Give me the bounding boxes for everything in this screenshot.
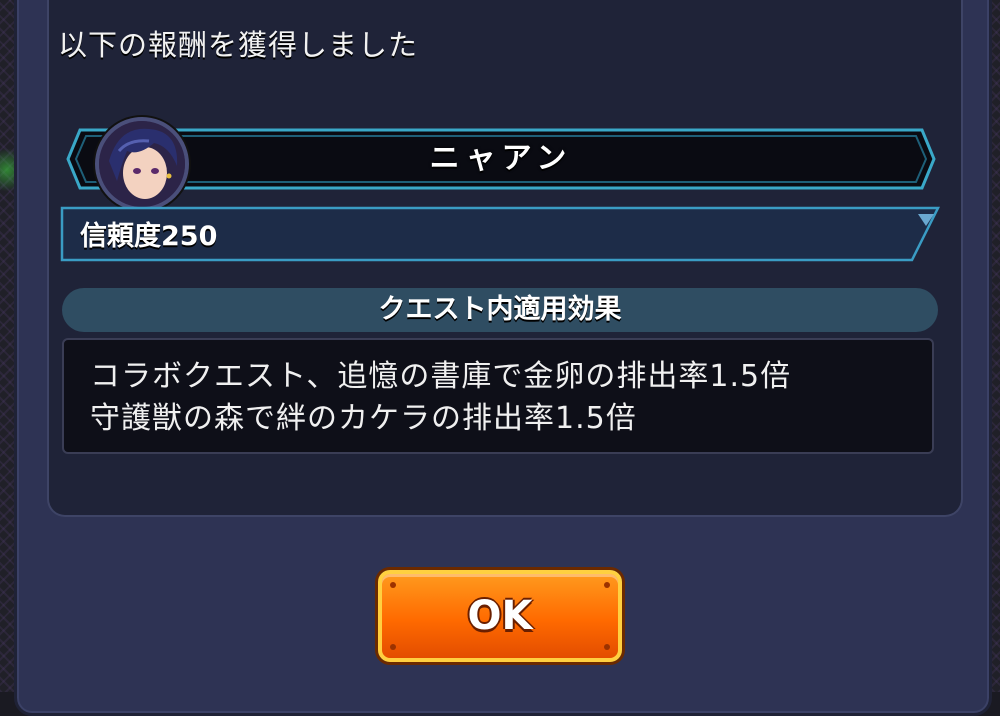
button-corner-stud (604, 644, 610, 650)
character-avatar (95, 117, 189, 211)
quest-effect-title: クエスト内適用効果 (62, 288, 938, 332)
quest-effect-line: 守護獣の森で絆のカケラの排出率1.5倍 (90, 401, 637, 436)
ok-button-label: OK (467, 593, 533, 639)
quest-effect-box: コラボクエスト、追憶の書庫で金卵の排出率1.5倍 守護獣の森で絆のカケラの排出率… (62, 338, 934, 454)
trust-value: 信頼度250 (80, 221, 218, 252)
character-name-banner: ニャアン (66, 128, 936, 190)
character-name: ニャアン (429, 141, 573, 176)
ok-button[interactable]: OK (378, 570, 622, 662)
button-corner-stud (390, 644, 396, 650)
button-corner-stud (390, 582, 396, 588)
dialog-header: 以下の報酬を獲得しました (58, 28, 419, 62)
background-glow (0, 140, 14, 200)
avatar-portrait (99, 121, 185, 207)
quest-effect-line: コラボクエスト、追憶の書庫で金卵の排出率1.5倍 (90, 359, 792, 394)
button-corner-stud (604, 582, 610, 588)
